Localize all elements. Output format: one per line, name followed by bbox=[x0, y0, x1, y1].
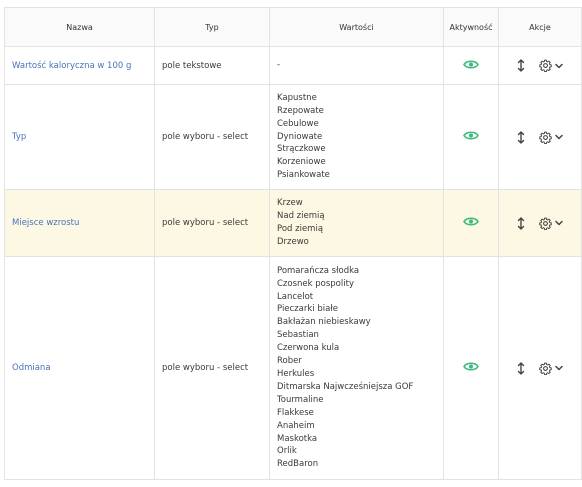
sort-arrows-icon[interactable] bbox=[517, 59, 525, 72]
value-item: Ditmarska Najwcześniejsza GOF bbox=[277, 381, 414, 392]
value-item: Bakłażan niebieskawy bbox=[277, 317, 371, 328]
gear-icon bbox=[539, 131, 552, 144]
settings-dropdown-button[interactable] bbox=[539, 59, 563, 72]
value-item: Orlik bbox=[277, 446, 297, 457]
chevron-down-icon bbox=[555, 220, 563, 226]
settings-dropdown-button[interactable] bbox=[539, 131, 563, 144]
value-item: Czosnek pospolity bbox=[277, 278, 354, 289]
attribute-values: Pomarańcza słodka Czosnek pospolity Lancel… bbox=[269, 256, 444, 480]
value-item: Drzewo bbox=[277, 236, 309, 247]
attribute-type: pole wyboru - select bbox=[154, 189, 270, 257]
value-item: Korzeniowe bbox=[277, 157, 326, 168]
value-item: Dyniowate bbox=[277, 131, 323, 142]
eye-icon[interactable] bbox=[463, 59, 479, 70]
actions-cell bbox=[498, 256, 582, 480]
settings-dropdown-button[interactable] bbox=[539, 362, 563, 375]
value-item: Lancelot bbox=[277, 291, 314, 302]
column-header-actions: Akcje bbox=[498, 7, 582, 47]
value-item: Sebastian bbox=[277, 330, 319, 341]
table-row: Wartość kaloryczna w 100 g pole tekstowe - bbox=[4, 46, 582, 85]
attribute-name-link[interactable]: Typ bbox=[4, 84, 155, 190]
eye-icon[interactable] bbox=[463, 130, 479, 141]
gear-icon bbox=[539, 59, 552, 72]
value-item: - bbox=[277, 60, 281, 71]
active-cell bbox=[443, 256, 499, 480]
actions-cell bbox=[498, 189, 582, 257]
gear-icon bbox=[539, 362, 552, 375]
gear-icon bbox=[539, 217, 552, 230]
actions-cell bbox=[498, 84, 582, 190]
chevron-down-icon bbox=[555, 63, 563, 69]
value-item: Pieczarki białe bbox=[277, 304, 338, 315]
column-header-name[interactable]: Nazwa bbox=[4, 7, 155, 47]
value-item: Strączkowe bbox=[277, 144, 326, 155]
table-header-row: Nazwa Typ Wartości Aktywność Akcje bbox=[4, 7, 582, 47]
chevron-down-icon bbox=[555, 134, 563, 140]
sort-arrows-icon[interactable] bbox=[517, 216, 525, 230]
value-item: Tourmaline bbox=[277, 394, 324, 405]
attributes-table: Nazwa Typ Wartości Aktywność Akcje Warto… bbox=[4, 7, 582, 480]
active-cell bbox=[443, 189, 499, 257]
table-row: Typ pole wyboru - select Kapustne Rzepowate… bbox=[4, 84, 582, 190]
value-item: Maskotka bbox=[277, 433, 318, 444]
attribute-name-link[interactable]: Miejsce wzrostu bbox=[4, 189, 155, 257]
settings-dropdown-button[interactable] bbox=[539, 217, 563, 230]
value-item: Cebulowe bbox=[277, 118, 319, 129]
table-row: Odmiana pole wyboru - select Pomarańcza sł… bbox=[4, 256, 582, 480]
active-cell bbox=[443, 46, 499, 85]
attribute-values: Krzew Nad ziemią Pod ziemią Drzewo bbox=[269, 189, 444, 257]
value-item: Psiankowate bbox=[277, 170, 330, 181]
sort-arrows-icon[interactable] bbox=[517, 361, 525, 375]
value-item: Anaheim bbox=[277, 420, 315, 431]
value-item: RedBaron bbox=[277, 459, 319, 470]
column-header-type[interactable]: Typ bbox=[154, 7, 270, 47]
value-item: Czerwona kula bbox=[277, 343, 340, 354]
value-item: Herkules bbox=[277, 369, 315, 379]
value-item: Krzew bbox=[277, 198, 303, 209]
value-item: Pomarańcza słodka bbox=[277, 265, 360, 276]
value-item: Pod ziemią bbox=[277, 224, 324, 234]
attribute-name-link[interactable]: Wartość kaloryczna w 100 g bbox=[4, 46, 155, 85]
attribute-type: pole tekstowe bbox=[154, 46, 270, 85]
value-item: Flakkese bbox=[277, 407, 314, 418]
attribute-type: pole wyboru - select bbox=[154, 84, 270, 190]
column-header-active[interactable]: Aktywność bbox=[443, 7, 499, 47]
eye-icon[interactable] bbox=[463, 361, 479, 372]
value-item: Kapustne bbox=[277, 92, 317, 103]
attribute-name-link[interactable]: Odmiana bbox=[4, 256, 155, 480]
chevron-down-icon bbox=[555, 365, 563, 371]
eye-icon[interactable] bbox=[463, 216, 479, 227]
attribute-values: Kapustne Rzepowate Cebulowe Dyniowate Strącz… bbox=[269, 84, 444, 190]
table-row: Miejsce wzrostu pole wyboru - select Krzew… bbox=[4, 189, 582, 257]
value-item: Rober bbox=[277, 356, 302, 367]
sort-arrows-icon[interactable] bbox=[517, 130, 525, 144]
column-header-values[interactable]: Wartości bbox=[269, 7, 444, 47]
actions-cell bbox=[498, 46, 582, 85]
active-cell bbox=[443, 84, 499, 190]
value-item: Nad ziemią bbox=[277, 211, 325, 222]
attribute-type: pole wyboru - select bbox=[154, 256, 270, 480]
attribute-values: - bbox=[269, 46, 444, 85]
value-item: Rzepowate bbox=[277, 105, 324, 116]
